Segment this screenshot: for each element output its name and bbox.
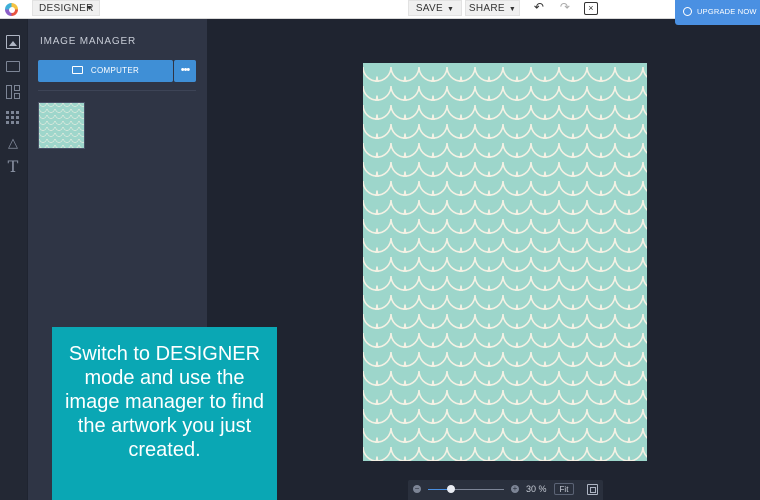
grid-icon[interactable] [6,111,20,125]
zoom-slider-handle[interactable] [446,485,455,493]
share-button-label: SHARE [468,3,505,14]
instruction-callout: Switch to DESIGNER mode and use the imag… [52,327,277,500]
chevron-down-icon: ▼ [85,5,93,12]
layout-icon[interactable] [6,85,20,99]
divider [38,90,196,91]
redo-icon[interactable]: ↷ [553,0,577,16]
panel-title: IMAGE MANAGER [40,36,136,47]
folder-icon[interactable] [6,61,20,72]
chevron-down-icon: ▼ [446,6,455,13]
tool-rail: △ T [0,19,27,500]
image-icon[interactable] [6,35,20,49]
upgrade-now-button[interactable]: UPGRADE NOW [675,0,760,25]
save-button-label: SAVE [415,3,443,14]
save-button[interactable]: SAVE ▼ [408,0,462,16]
share-button[interactable]: SHARE ▼ [465,0,520,16]
computer-upload-button[interactable]: COMPUTER [38,60,173,82]
undo-icon[interactable]: ↶ [527,0,551,16]
chevron-down-icon: ▼ [508,6,517,13]
rocket-icon [683,7,692,16]
fit-button[interactable]: Fit [554,483,574,495]
mode-selector[interactable]: DESIGNER ▼ [32,0,100,16]
callout-text: Switch to DESIGNER mode and use the imag… [64,343,264,461]
image-thumbnail[interactable] [38,102,85,149]
text-icon[interactable]: T [6,159,20,175]
zoom-in-icon[interactable]: + [511,485,519,493]
zoom-out-icon[interactable]: − [413,485,421,493]
fullscreen-icon[interactable] [587,484,598,495]
app-logo-icon[interactable] [5,3,18,16]
top-toolbar: DESIGNER ▼ SAVE ▼ SHARE ▼ ↶ ↷ × [0,0,760,19]
close-icon[interactable]: × [584,2,598,15]
upgrade-now-label: UPGRADE NOW [697,7,757,16]
zoom-control: − + 30 % Fit [408,480,603,500]
design-artboard[interactable] [363,63,647,461]
triangle-icon[interactable]: △ [6,136,20,150]
more-options-button[interactable]: ••• [174,60,196,82]
zoom-level: 30 % [526,484,547,494]
monitor-icon [71,65,83,74]
computer-button-label: COMPUTER [90,66,140,75]
scallop-pattern [363,63,647,461]
